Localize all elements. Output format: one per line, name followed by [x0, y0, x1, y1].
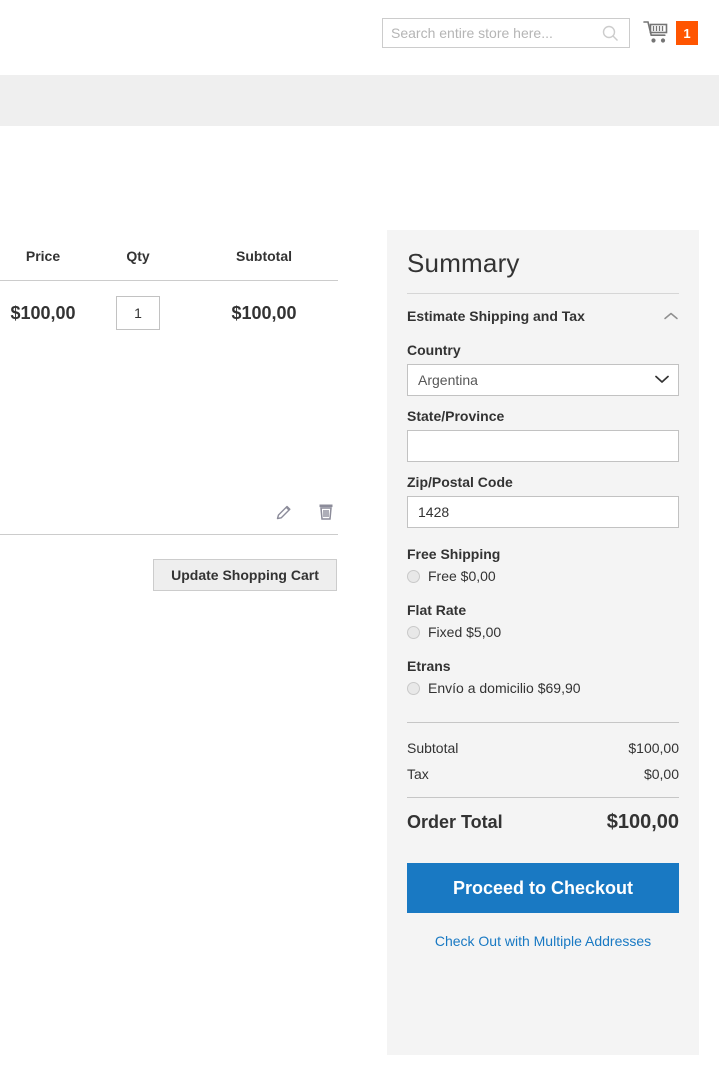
search-box[interactable] [382, 18, 630, 48]
trash-icon[interactable] [316, 502, 336, 522]
radio-button[interactable] [407, 625, 420, 639]
table-bottom-divider [0, 534, 338, 535]
shipping-option-etrans[interactable]: Envío a domicilio $69,90 [407, 680, 679, 696]
search-input[interactable] [383, 20, 593, 46]
state-input[interactable] [407, 430, 679, 463]
search-icon [602, 25, 618, 41]
tax-value: $0,00 [643, 766, 679, 783]
shipping-method-group: Free Shipping Free $0,00 [407, 546, 679, 584]
shipping-option-free[interactable]: Free $0,00 [407, 568, 679, 584]
country-label: Country [407, 342, 461, 359]
total-row-tax: Tax $0,00 [407, 761, 679, 787]
radio-button[interactable] [407, 569, 420, 583]
state-label: State/Province [407, 408, 505, 425]
radio-button[interactable] [407, 681, 420, 695]
search-button[interactable] [593, 19, 627, 47]
order-summary-panel: Summary Estimate Shipping and Tax Countr… [387, 230, 699, 1055]
update-shopping-cart-button[interactable]: Update Shopping Cart [153, 559, 337, 591]
subtotal-value: $100,00 [628, 740, 679, 757]
shipping-carrier-title: Flat Rate [407, 602, 467, 619]
order-total-row: Order Total $100,00 [407, 798, 679, 834]
zip-input[interactable] [407, 496, 679, 529]
cart-row-actions-area [0, 249, 338, 535]
page-title-band [0, 75, 719, 126]
tax-label: Tax [407, 766, 429, 783]
shopping-cart-page: 1 Price Qty Subtotal $100,00 $100,00 [0, 0, 719, 1079]
shipping-carrier-title: Free Shipping [407, 546, 501, 563]
country-select[interactable]: Argentina [407, 364, 679, 397]
country-select-wrap[interactable]: Argentina [407, 364, 679, 397]
total-row-subtotal: Subtotal $100,00 [407, 735, 679, 761]
estimate-shipping-label: Estimate Shipping and Tax [407, 308, 585, 325]
shipping-option-label: Fixed $5,00 [428, 624, 502, 641]
zip-label: Zip/Postal Code [407, 474, 513, 491]
minicart[interactable]: 1 [643, 20, 698, 46]
check-out-multiple-addresses-link[interactable]: Check Out with Multiple Addresses [407, 933, 679, 949]
proceed-to-checkout-button[interactable]: Proceed to Checkout [407, 863, 679, 914]
order-total-label: Order Total [407, 812, 503, 833]
chevron-up-icon[interactable] [663, 311, 679, 321]
shipping-option-label: Free $0,00 [428, 568, 496, 585]
shipping-method-group: Etrans Envío a domicilio $69,90 [407, 658, 679, 696]
estimate-shipping-toggle[interactable]: Estimate Shipping and Tax [407, 294, 679, 330]
shipping-carrier-title: Etrans [407, 658, 451, 675]
shopping-cart-icon[interactable] [643, 20, 671, 46]
shipping-option-label: Envío a domicilio $69,90 [428, 680, 581, 697]
page-header: 1 [0, 0, 719, 75]
shipping-method-group: Flat Rate Fixed $5,00 [407, 602, 679, 640]
totals-section: Subtotal $100,00 Tax $0,00 Order Total $… [407, 722, 679, 834]
subtotal-label: Subtotal [407, 740, 459, 757]
pencil-icon[interactable] [274, 502, 294, 522]
page-title: Summary [407, 248, 520, 278]
order-total-value: $100,00 [606, 811, 679, 834]
cart-item-count-badge: 1 [676, 21, 698, 45]
shipping-option-flat-rate[interactable]: Fixed $5,00 [407, 624, 679, 640]
